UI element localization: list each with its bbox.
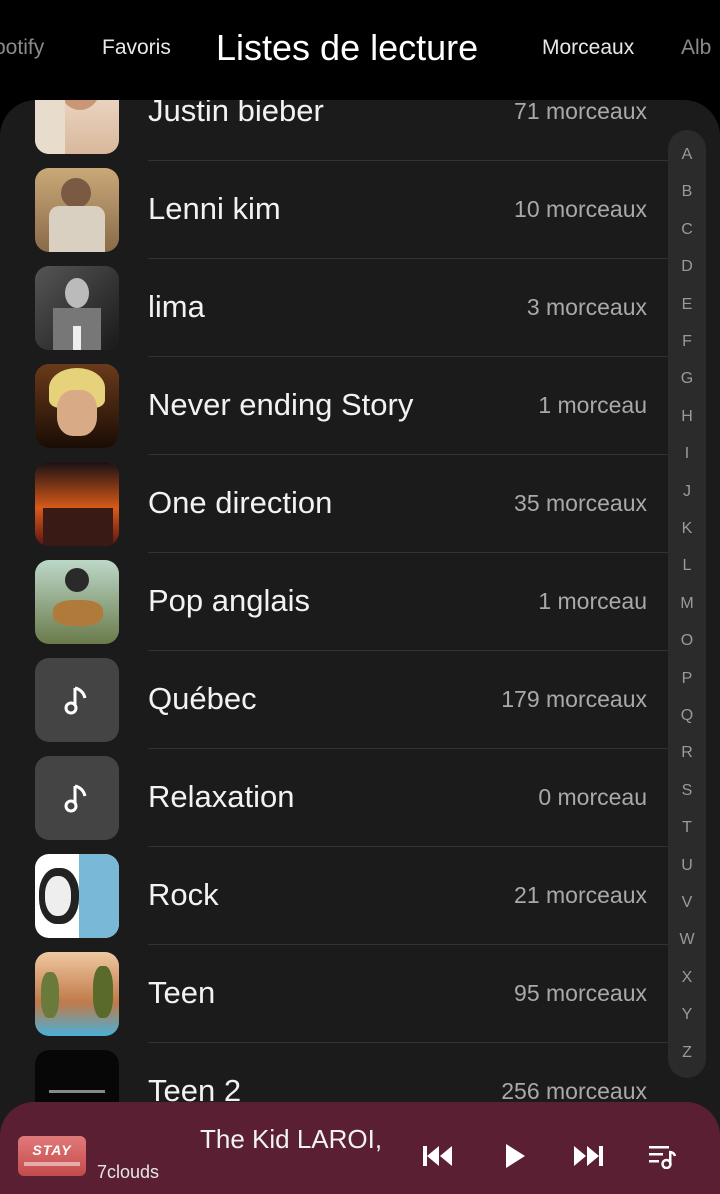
alphabet-letter[interactable]: Y: [668, 1006, 706, 1024]
playlist-row[interactable]: Rock 21 morceaux: [0, 846, 668, 945]
playlist-track-count: 71 morceaux: [514, 100, 647, 124]
alphabet-letter[interactable]: Q: [668, 707, 706, 725]
playlist-thumbnail: [35, 756, 119, 840]
music-note-icon: [35, 756, 119, 840]
mini-player[interactable]: STAY The Kid LAROI, 7clouds: [0, 1102, 720, 1194]
queue-music-icon: [649, 1146, 677, 1169]
previous-button[interactable]: [418, 1136, 458, 1176]
playlist-row[interactable]: Lenni kim 10 morceaux: [0, 160, 668, 259]
playlist-title: Relaxation: [148, 779, 295, 814]
skip-next-icon: [574, 1146, 603, 1166]
playlist-title: Justin bieber: [148, 100, 324, 128]
alphabet-letter[interactable]: A: [668, 146, 706, 164]
alphabet-letter[interactable]: G: [668, 370, 706, 388]
alphabet-letter[interactable]: C: [668, 221, 706, 239]
tab-spotify[interactable]: potify: [0, 0, 44, 96]
playlist-track-count: 3 morceaux: [526, 293, 647, 320]
playlist-title: Teen: [148, 975, 216, 1010]
alphabet-letter[interactable]: B: [668, 183, 706, 201]
skip-previous-icon: [423, 1146, 452, 1166]
alphabet-letter[interactable]: V: [668, 894, 706, 912]
alphabet-letter[interactable]: U: [668, 857, 706, 875]
playlist-row[interactable]: Justin bieber 71 morceaux: [0, 100, 668, 161]
alphabet-letter[interactable]: M: [668, 595, 706, 613]
playlist-thumbnail: [35, 952, 119, 1036]
alphabet-letter[interactable]: X: [668, 969, 706, 987]
play-button[interactable]: [495, 1136, 535, 1176]
alphabet-letter[interactable]: W: [668, 931, 706, 949]
cover-stripe: [24, 1162, 80, 1166]
playlist-row[interactable]: lima 3 morceaux: [0, 258, 668, 357]
playlist-thumbnail: [35, 100, 119, 154]
alphabet-letter[interactable]: J: [668, 483, 706, 501]
playlist-track-count: 95 morceaux: [514, 979, 647, 1006]
playlist-track-count: 1 morceau: [538, 391, 647, 418]
playlist-title: lima: [148, 289, 205, 324]
alphabet-letter[interactable]: H: [668, 408, 706, 426]
alphabet-letter[interactable]: O: [668, 632, 706, 650]
playlist-thumbnail: [35, 560, 119, 644]
playlist-panel: Justin bieber 71 morceaux Lenni kim 10 morc…: [0, 100, 720, 1194]
playlist-row[interactable]: Québec 179 morceaux: [0, 650, 668, 749]
alphabet-letter[interactable]: T: [668, 819, 706, 837]
playlist-title: Never ending Story: [148, 387, 414, 422]
playlist-title: One direction: [148, 485, 333, 520]
playlist-thumbnail: [35, 462, 119, 546]
playlist-thumbnail: [35, 168, 119, 252]
playlist-track-count: 35 morceaux: [514, 489, 647, 516]
playlist-track-count: 21 morceaux: [514, 881, 647, 908]
next-button[interactable]: [568, 1136, 608, 1176]
playlist-row[interactable]: Relaxation 0 morceau: [0, 748, 668, 847]
tab-songs[interactable]: Morceaux: [542, 0, 634, 96]
playlist-track-count: 1 morceau: [538, 587, 647, 614]
playlist-row[interactable]: One direction 35 morceaux: [0, 454, 668, 553]
cover-text: STAY: [32, 1142, 72, 1158]
alphabet-letter[interactable]: F: [668, 333, 706, 351]
alphabet-letter[interactable]: S: [668, 782, 706, 800]
alphabet-letter[interactable]: I: [668, 445, 706, 463]
playlist-thumbnail: [35, 364, 119, 448]
playlist-track-count: 179 morceaux: [501, 685, 647, 712]
alphabet-letter[interactable]: P: [668, 670, 706, 688]
playlist-row[interactable]: Never ending Story 1 morceau: [0, 356, 668, 455]
tab-playlists[interactable]: Listes de lecture: [216, 0, 478, 96]
playlist-row[interactable]: Teen 95 morceaux: [0, 944, 668, 1043]
alphabet-index[interactable]: A B C D E F G H I J K L M O P Q R S T U V W X Y Z: [668, 130, 706, 1078]
playlist-track-count: 0 morceau: [538, 783, 647, 810]
music-note-icon: [35, 658, 119, 742]
playlist-track-count: 10 morceaux: [514, 195, 647, 222]
alphabet-letter[interactable]: Z: [668, 1044, 706, 1062]
tab-albums[interactable]: Alb: [681, 0, 711, 96]
playlist-thumbnail: [35, 658, 119, 742]
alphabet-letter[interactable]: K: [668, 520, 706, 538]
alphabet-letter[interactable]: R: [668, 744, 706, 762]
play-icon: [506, 1144, 525, 1168]
playlist-title: Lenni kim: [148, 191, 281, 226]
playlist-thumbnail: [35, 266, 119, 350]
alphabet-letter[interactable]: L: [668, 557, 706, 575]
playlist-row[interactable]: Pop anglais 1 morceau: [0, 552, 668, 651]
alphabet-letter[interactable]: D: [668, 258, 706, 276]
playlist-title: Rock: [148, 877, 219, 912]
tab-bar: potify Favoris Listes de lecture Morceau…: [0, 0, 720, 100]
playlist-title: Québec: [148, 681, 257, 716]
queue-button[interactable]: [642, 1136, 682, 1176]
album-cover[interactable]: STAY: [18, 1136, 86, 1176]
alphabet-letter[interactable]: E: [668, 296, 706, 314]
playlist-thumbnail: [35, 854, 119, 938]
track-artist: 7clouds: [97, 1162, 160, 1182]
tab-favoris[interactable]: Favoris: [102, 0, 171, 96]
track-title: The Kid LAROI,: [200, 1124, 383, 1154]
playlist-title: Pop anglais: [148, 583, 311, 618]
